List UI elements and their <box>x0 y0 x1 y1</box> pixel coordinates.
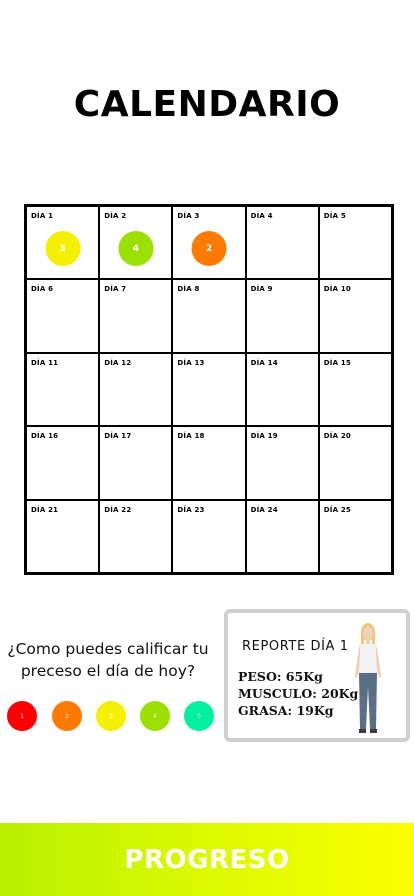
day-score-badge: 2 <box>191 231 227 266</box>
calendar-day-label: DÍA 23 <box>177 505 205 514</box>
calendar-day-label: DÍA 11 <box>31 358 59 367</box>
person-figure-image <box>355 623 381 733</box>
calendar-day-10[interactable]: DÍA 10 <box>318 279 392 353</box>
calendar-day-5[interactable]: DÍA 5 <box>318 206 392 280</box>
calendar-day-4[interactable]: DÍA 4 <box>245 206 319 280</box>
calendar-day-label: DÍA 16 <box>31 432 59 441</box>
calendar-day-label: DÍA 5 <box>323 212 346 220</box>
calendar-day-11[interactable]: DÍA 11 <box>26 352 100 427</box>
calendar-day-label: DÍA 19 <box>250 432 278 441</box>
report-title: REPORTE DÍA 1 <box>242 639 349 654</box>
calendar-day-9[interactable]: DÍA 9 <box>245 279 319 353</box>
calendar-day-label: DÍA 18 <box>177 432 205 441</box>
calendar-day-6[interactable]: DÍA 6 <box>26 279 100 353</box>
report-grasa: GRASA: 19Kg <box>238 703 334 718</box>
calendar-day-13[interactable]: DÍA 13 <box>172 352 246 427</box>
calendar-day-19[interactable]: DÍA 19 <box>245 426 319 500</box>
calendar-day-label: DÍA 3 <box>177 212 200 220</box>
rating-question-line2: preceso el día de hoy? <box>20 662 196 680</box>
calendar-day-1[interactable]: DÍA 1 3 <box>26 206 100 280</box>
calendar-day-label: DÍA 14 <box>250 358 278 367</box>
calendar-day-20[interactable]: DÍA 20 <box>318 426 392 500</box>
calendar-day-label: DÍA 7 <box>104 285 127 294</box>
page-title: CALENDARIO <box>73 84 341 125</box>
progress-button-label: PROGRESO <box>124 844 290 875</box>
calendar-day-label: DÍA 21 <box>31 505 59 514</box>
calendar-day-label: DÍA 13 <box>177 358 205 367</box>
calendar-day-label: DÍA 6 <box>31 285 54 294</box>
calendar-day-label: DÍA 1 <box>31 212 54 220</box>
calendar-day-label: DÍA 17 <box>104 432 132 441</box>
day-score-badge: 4 <box>118 231 154 266</box>
calendar-day-21[interactable]: DÍA 21 <box>26 499 100 573</box>
calendar-day-18[interactable]: DÍA 18 <box>172 426 246 500</box>
rating-button-2[interactable]: 2 <box>52 701 82 731</box>
report-musculo: MUSCULO: 20Kg <box>238 686 359 701</box>
rating-button-5[interactable]: 5 <box>184 701 214 731</box>
calendar-day-22[interactable]: DÍA 22 <box>99 499 173 573</box>
report-stats: PESO: 65Kg MUSCULO: 20Kg GRASA: 19Kg <box>238 668 358 719</box>
calendar-day-17[interactable]: DÍA 17 <box>99 426 173 500</box>
calendar-day-7[interactable]: DÍA 7 <box>99 279 173 353</box>
rating-question-line1: ¿Como puedes calificar tu <box>7 640 209 658</box>
calendar-day-2[interactable]: DÍA 2 4 <box>99 206 173 280</box>
calendar-day-label: DÍA 8 <box>177 285 200 294</box>
calendar-day-16[interactable]: DÍA 16 <box>26 426 100 500</box>
calendar-day-label: DÍA 2 <box>104 212 127 220</box>
rating-button-3[interactable]: 3 <box>96 701 126 731</box>
calendar-day-14[interactable]: DÍA 14 <box>245 352 319 427</box>
progress-button[interactable]: PROGRESO <box>0 823 414 896</box>
calendar-day-25[interactable]: DÍA 25 <box>318 499 392 573</box>
calendar-day-label: DÍA 22 <box>104 505 132 514</box>
calendar-day-label: DÍA 20 <box>323 432 352 441</box>
calendar-day-label: DÍA 9 <box>250 285 273 294</box>
day-score-badge: 3 <box>45 231 81 266</box>
calendar-day-12[interactable]: DÍA 12 <box>99 352 173 427</box>
rating-button-4[interactable]: 4 <box>140 701 170 731</box>
rating-options: 12345 <box>7 701 221 731</box>
calendar-day-label: DÍA 15 <box>323 358 352 367</box>
calendar-day-15[interactable]: DÍA 15 <box>318 352 392 427</box>
calendar-day-label: DÍA 12 <box>104 358 132 367</box>
calendar-grid: DÍA 1 3 DÍA 2 4 DÍA 3 2 DÍA 4 DÍA 5 DÍA 6 DÍA 7 DÍ… <box>24 204 394 575</box>
calendar-day-label: DÍA 4 <box>250 212 273 220</box>
rating-button-1[interactable]: 1 <box>7 701 37 731</box>
rating-question: ¿Como puedes calificar tu preceso el día… <box>0 638 216 682</box>
report-peso: PESO: 65Kg <box>238 669 323 684</box>
calendar-day-8[interactable]: DÍA 8 <box>172 279 246 353</box>
calendar-day-label: DÍA 24 <box>250 505 278 514</box>
calendar-day-23[interactable]: DÍA 23 <box>172 499 246 573</box>
calendar-day-label: DÍA 10 <box>323 285 352 294</box>
report-card[interactable]: REPORTE DÍA 1 PESO: 65Kg MUSCULO: 20Kg G… <box>224 609 410 742</box>
calendar-day-3[interactable]: DÍA 3 2 <box>172 206 246 280</box>
calendar-day-24[interactable]: DÍA 24 <box>245 499 319 573</box>
calendar-day-label: DÍA 25 <box>323 505 352 514</box>
